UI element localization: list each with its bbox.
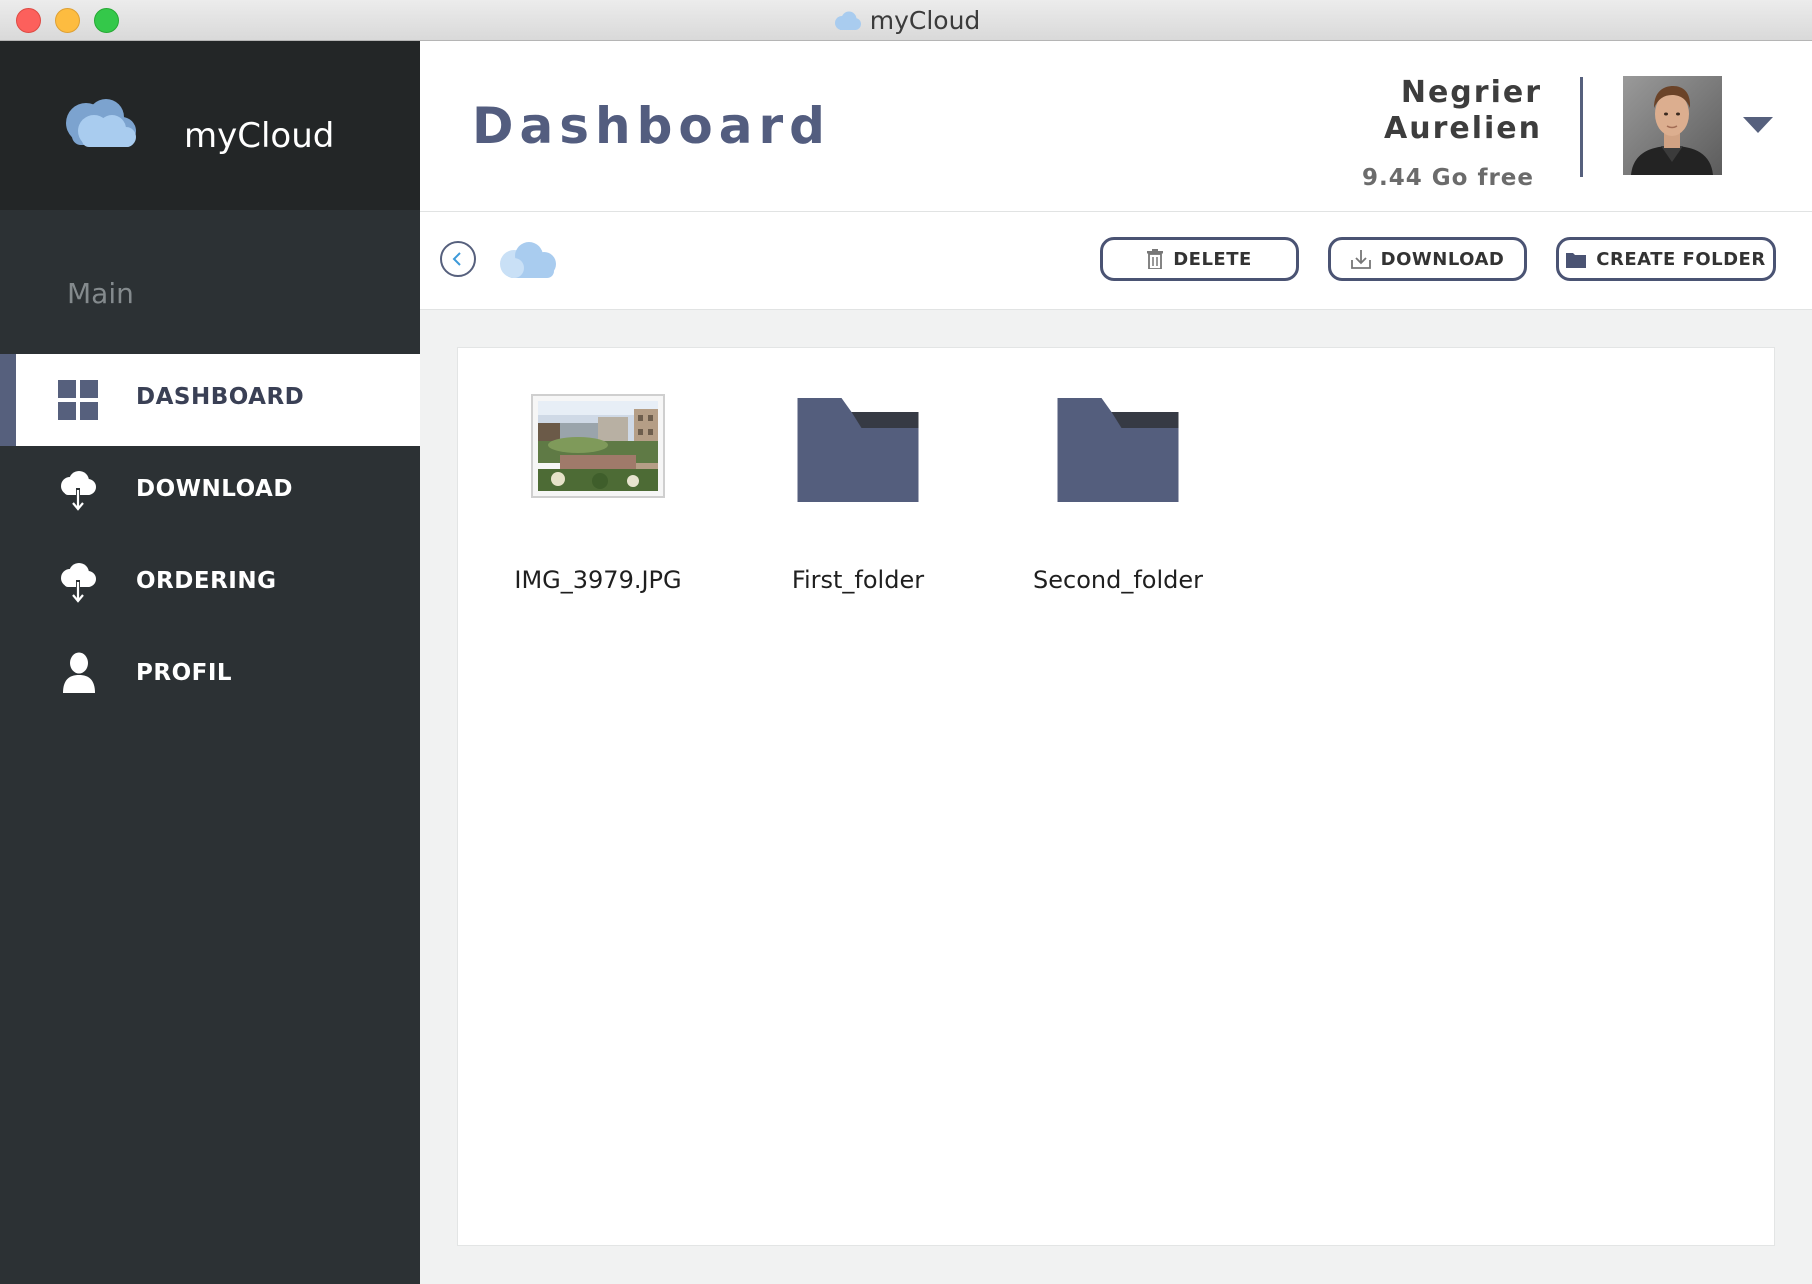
file-name: IMG_3979.JPG <box>514 566 682 594</box>
file-name: Second_folder <box>1033 566 1203 594</box>
user-second-line: Aurelien <box>1384 111 1542 146</box>
folder-icon <box>797 398 919 502</box>
sidebar-section-label: Main <box>67 277 134 310</box>
create-folder-button-label: CREATE FOLDER <box>1596 248 1766 270</box>
window-titlebar: myCloud <box>0 0 1812 41</box>
avatar[interactable] <box>1623 76 1722 175</box>
sidebar-item-profil[interactable]: PROFIL <box>0 630 420 722</box>
file-item-image[interactable]: IMG_3979.JPG <box>488 394 708 598</box>
trash-icon <box>1147 249 1164 269</box>
sidebar-item-label: DASHBOARD <box>136 384 305 410</box>
user-icon <box>63 652 95 693</box>
user-name[interactable]: Negrier Aurelien <box>1384 75 1542 147</box>
back-button[interactable] <box>440 241 476 277</box>
image-thumbnail <box>531 394 665 498</box>
storage-free-label: 9.44 Go free <box>1362 165 1534 191</box>
user-first-line: Negrier <box>1400 75 1542 110</box>
brand-name: myCloud <box>184 116 335 156</box>
page-title: Dashboard <box>472 97 831 155</box>
photo-preview <box>538 401 658 491</box>
file-item-folder[interactable]: First_folder <box>748 398 968 598</box>
delete-button[interactable]: DELETE <box>1100 237 1299 281</box>
create-folder-button[interactable]: CREATE FOLDER <box>1556 237 1776 281</box>
sidebar-item-ordering[interactable]: ORDERING <box>0 538 420 630</box>
page-header: Dashboard Negrier Aurelien 9.44 Go free <box>420 41 1812 212</box>
user-menu-caret-icon[interactable] <box>1743 117 1773 133</box>
sidebar-item-label: ORDERING <box>136 568 277 594</box>
sidebar: myCloud Main DASHBOARD DOWNLOAD ORDERING… <box>0 41 420 1284</box>
cloud-download-icon <box>61 471 96 511</box>
brand-area: myCloud <box>0 41 420 210</box>
breadcrumb-cloud-icon[interactable] <box>494 238 564 284</box>
folder-icon <box>1057 398 1179 502</box>
active-indicator <box>0 354 16 446</box>
cloud-icon <box>834 11 861 30</box>
content-area: IMG_3979.JPG First_folder Second_folder <box>420 310 1812 1284</box>
folder-icon <box>1566 252 1587 268</box>
sidebar-item-label: PROFIL <box>136 660 233 686</box>
delete-button-label: DELETE <box>1173 248 1252 270</box>
window-title: myCloud <box>869 6 981 35</box>
download-icon <box>1350 250 1371 269</box>
download-button-label: DOWNLOAD <box>1380 248 1505 270</box>
header-divider <box>1580 77 1583 177</box>
sidebar-item-dashboard[interactable]: DASHBOARD <box>0 354 420 446</box>
download-button[interactable]: DOWNLOAD <box>1328 237 1527 281</box>
cloud-logo-icon <box>66 99 136 147</box>
toolbar: DELETE DOWNLOAD CREATE FOLDER <box>420 212 1812 310</box>
sidebar-item-download[interactable]: DOWNLOAD <box>0 446 420 538</box>
cloud-download-icon <box>61 563 96 603</box>
sidebar-item-label: DOWNLOAD <box>136 476 293 502</box>
chevron-left-icon <box>452 252 461 266</box>
file-item-folder[interactable]: Second_folder <box>1008 398 1228 598</box>
file-grid-panel: IMG_3979.JPG First_folder Second_folder <box>457 347 1775 1246</box>
window-title-group: myCloud <box>0 0 1812 41</box>
avatar-photo <box>1623 76 1722 175</box>
file-name: First_folder <box>791 566 925 594</box>
grid-icon <box>58 380 98 420</box>
